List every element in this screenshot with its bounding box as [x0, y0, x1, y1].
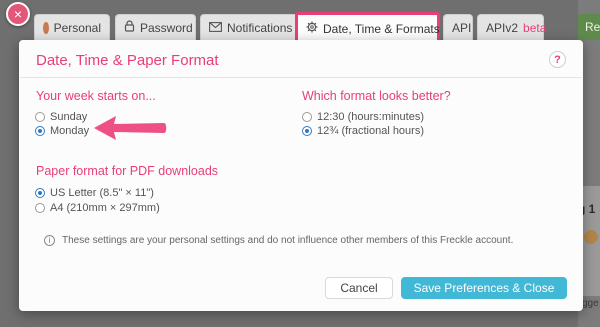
paper-us-letter-radio[interactable] — [35, 188, 45, 198]
time-format-fractional-option[interactable]: 12¾ (fractional hours) — [302, 125, 424, 137]
week-start-sunday-option[interactable]: Sunday — [35, 111, 87, 123]
close-button[interactable]: × — [6, 2, 30, 26]
background-text: gge — [582, 298, 599, 309]
settings-tabs: Personal Password Notifications Date, Ti… — [19, 12, 583, 42]
time-format-hours-minutes-radio[interactable] — [302, 112, 312, 122]
gear-icon — [306, 21, 318, 36]
week-start-monday-radio[interactable] — [35, 126, 45, 136]
tab-notifications[interactable]: Notifications — [200, 14, 309, 40]
beta-badge: beta — [523, 20, 547, 35]
tab-apiv2[interactable]: APIv2 beta — [477, 14, 547, 40]
cancel-button[interactable]: Cancel — [325, 277, 393, 299]
paper-a4-option[interactable]: A4 (210mm × 297mm) — [35, 202, 160, 214]
lock-icon — [124, 20, 135, 35]
modal-title: Date, Time & Paper Format — [36, 52, 219, 69]
paper-us-letter-option[interactable]: US Letter (8.5" × 11") — [35, 187, 154, 199]
time-format-hours-minutes-option[interactable]: 12:30 (hours:minutes) — [302, 111, 424, 123]
avatar — [43, 21, 49, 34]
paper-a4-radio[interactable] — [35, 203, 45, 213]
week-start-heading: Your week starts on... — [36, 89, 156, 103]
week-start-sunday-radio[interactable] — [35, 112, 45, 122]
paper-format-heading: Paper format for PDF downloads — [36, 164, 219, 178]
tab-date-time-formats[interactable]: Date, Time & Formats — [295, 12, 440, 42]
week-start-monday-option[interactable]: Monday — [35, 125, 89, 137]
tab-personal[interactable]: Personal — [34, 14, 110, 40]
time-format-fractional-radio[interactable] — [302, 126, 312, 136]
background-chart-dot — [584, 230, 598, 244]
annotation-arrow-icon — [92, 114, 168, 147]
tab-api[interactable]: API — [443, 14, 473, 40]
save-preferences-button[interactable]: Save Preferences & Close — [401, 277, 567, 299]
time-format-heading: Which format looks better? — [302, 89, 451, 103]
tab-password[interactable]: Password — [115, 14, 196, 40]
divider — [20, 77, 582, 78]
close-icon: × — [13, 6, 23, 22]
info-icon: i — [44, 235, 55, 246]
help-button[interactable]: ? — [549, 51, 566, 68]
envelope-icon — [209, 21, 222, 35]
info-note: i These settings are your personal setti… — [44, 235, 513, 246]
